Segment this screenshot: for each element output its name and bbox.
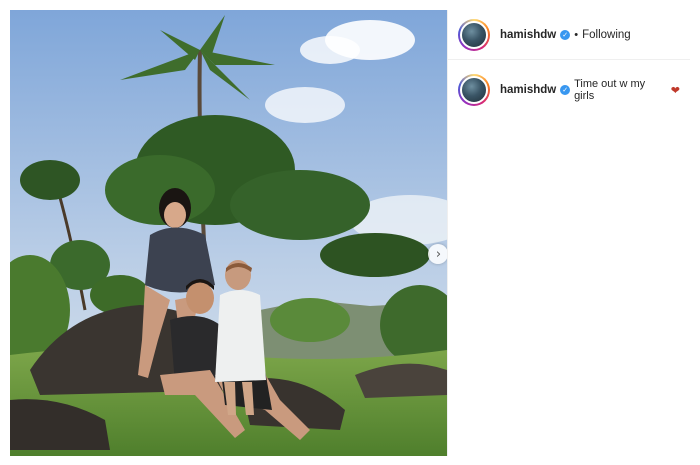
chevron-right-icon: › [435, 246, 442, 262]
carousel-next-button[interactable]: › [428, 244, 447, 264]
caption-author-avatar[interactable] [458, 74, 490, 106]
heart-emoji-icon: ❤ [670, 83, 680, 97]
caption-row: hamishdw ✓ Time out w my girls ❤ [448, 60, 690, 106]
following-button[interactable]: Following [582, 29, 631, 41]
post-photo[interactable]: › [10, 10, 447, 456]
instagram-post-view: › hamishdw ✓ • Following hamishdw ✓ Time… [0, 0, 700, 465]
caption-username[interactable]: hamishdw [500, 84, 556, 96]
post-side-panel: hamishdw ✓ • Following hamishdw ✓ Time o… [447, 10, 690, 456]
post-header: hamishdw ✓ • Following [448, 10, 690, 60]
author-avatar[interactable] [458, 18, 490, 51]
verified-badge-icon: ✓ [560, 29, 571, 40]
author-username[interactable]: hamishdw [500, 29, 556, 41]
separator-dot: • [574, 28, 579, 41]
family-photo-illustration [10, 10, 447, 456]
caption-text: Time out w my girls [574, 78, 646, 102]
verified-badge-icon: ✓ [560, 85, 571, 95]
